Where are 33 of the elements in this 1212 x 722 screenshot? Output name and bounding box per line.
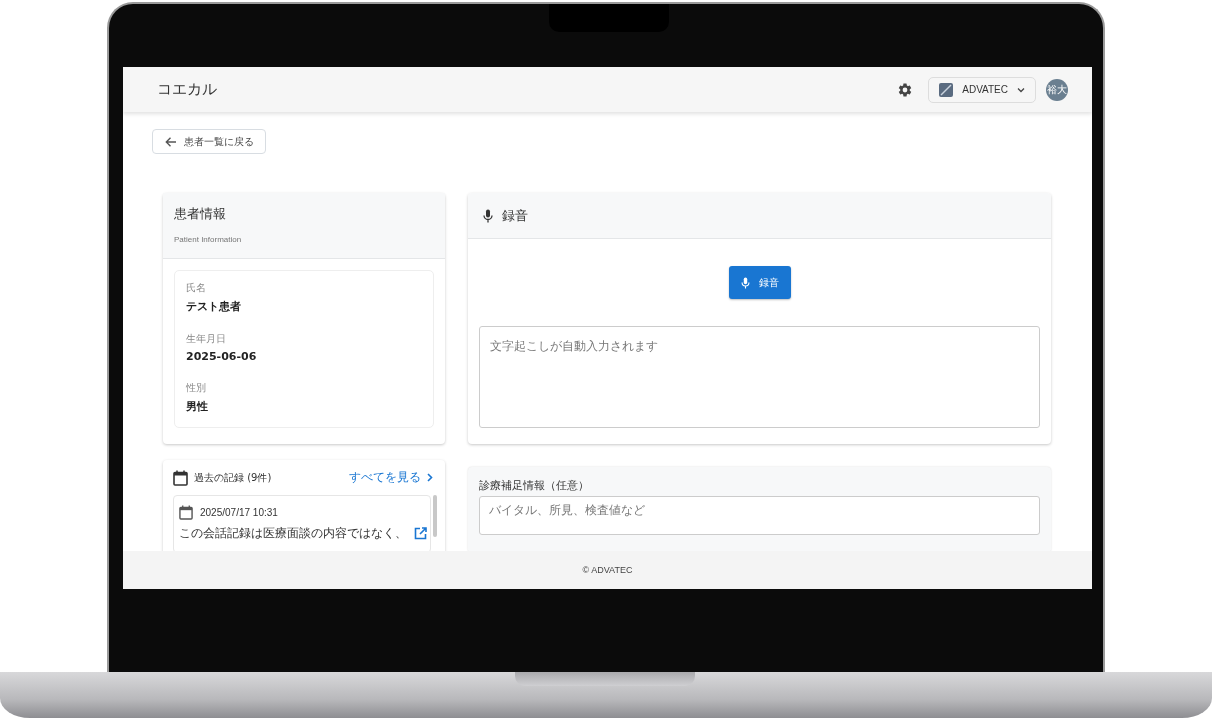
field-label: 氏名 xyxy=(186,281,207,295)
records-title: 過去の記録 (9件) xyxy=(194,470,273,485)
supplement-field[interactable]: バイタル、所見、検査値など xyxy=(479,496,1040,535)
open-external-icon[interactable] xyxy=(414,527,427,540)
chevron-down-icon xyxy=(1017,86,1025,93)
calendar-icon xyxy=(179,505,193,520)
field-value: 2025-06-06 xyxy=(186,350,258,363)
copyright-text: © ADVATEC xyxy=(582,565,633,575)
card-title: 患者情報 xyxy=(174,205,227,223)
scrollbar[interactable] xyxy=(433,495,437,537)
card-subtitle: Patient Information xyxy=(174,235,243,244)
calendar-icon xyxy=(173,469,188,486)
microphone-icon xyxy=(483,208,493,223)
field-value: テスト患者 xyxy=(186,299,242,314)
organization-selector[interactable]: ADVATEC xyxy=(928,76,1036,103)
record-button[interactable]: 録音 xyxy=(728,266,791,299)
organization-icon xyxy=(939,82,954,97)
user-avatar[interactable]: 裕大 xyxy=(1046,78,1068,101)
app-title: コエカル xyxy=(157,80,217,99)
microphone-icon xyxy=(740,276,750,289)
settings-icon[interactable] xyxy=(897,81,914,98)
field-label: 性別 xyxy=(186,381,207,395)
back-button[interactable]: 患者一覧に戻る xyxy=(152,129,266,154)
transcript-field[interactable]: 文字起こしが自動入力されます xyxy=(479,326,1040,428)
record-summary: この会話記録は医療面談の内容ではなく、 xyxy=(179,525,407,542)
see-all-link[interactable]: すべてを見る xyxy=(349,469,433,486)
arrow-left-icon xyxy=(165,135,177,148)
field-label: 診療補足情報（任意） xyxy=(479,479,590,493)
record-datetime: 2025/07/17 10:31 xyxy=(200,507,278,518)
chevron-right-icon xyxy=(427,473,433,482)
field-label: 生年月日 xyxy=(186,332,227,346)
card-title: 録音 xyxy=(502,206,528,225)
field-value: 男性 xyxy=(186,399,209,414)
